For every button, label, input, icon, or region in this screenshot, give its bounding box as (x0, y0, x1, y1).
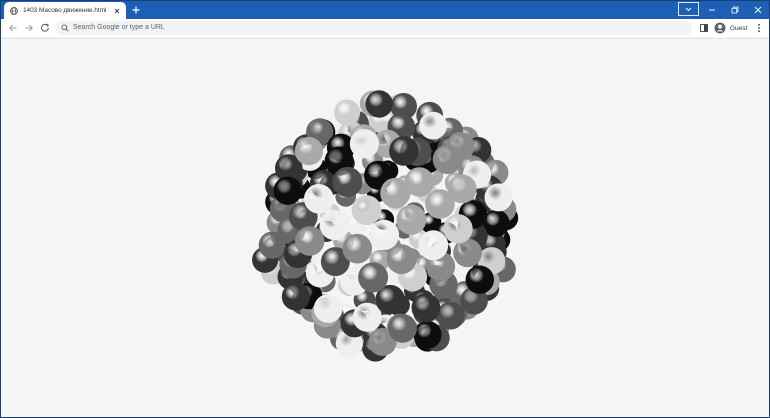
profile-label: Guest (730, 24, 748, 32)
particle-ball (396, 204, 427, 235)
particle-ball (281, 282, 310, 311)
particle-ball (368, 219, 400, 250)
browser-tab[interactable]: 1403 Масово движение.html (4, 2, 126, 19)
particle-ball (419, 111, 447, 140)
menu-kebab-icon[interactable] (753, 22, 765, 34)
close-window-icon[interactable] (752, 4, 764, 16)
back-arrow-icon[interactable] (7, 22, 19, 34)
particle-ball (413, 320, 442, 349)
particle-ball (418, 230, 449, 261)
reload-icon[interactable] (39, 22, 51, 34)
particle-ball (352, 302, 382, 332)
particle-ball (380, 177, 411, 209)
particle-ball (295, 226, 325, 256)
particle-ball (484, 183, 513, 212)
particle-ball (304, 184, 334, 214)
sphere-particles-canvas (252, 90, 519, 362)
page-content (1, 38, 769, 417)
particle-ball (351, 195, 382, 226)
address-bar-placeholder: Search Google or type a URL (73, 24, 165, 31)
particle-ball (411, 293, 441, 323)
avatar-icon (714, 22, 726, 34)
particle-ball (273, 176, 302, 205)
particle-ball (349, 129, 379, 159)
new-tab-icon[interactable] (130, 4, 142, 16)
restore-icon[interactable] (729, 4, 741, 16)
side-panel-icon[interactable] (698, 22, 710, 34)
particle-ball (342, 233, 373, 264)
particle-ball (386, 244, 417, 275)
particle-ball (334, 99, 361, 126)
toolbar: Search Google or type a URL Guest (1, 19, 769, 37)
browser-window: 1403 Масово движение.html Search Google … (0, 0, 770, 418)
profile-button[interactable]: Guest (714, 21, 747, 35)
particle-ball (443, 214, 473, 244)
globe-icon (10, 6, 18, 15)
title-bar: 1403 Масово движение.html (1, 1, 769, 19)
particle-ball (436, 301, 465, 330)
particle-ball (389, 136, 419, 166)
particle-ball (388, 313, 417, 343)
tab-search-button[interactable] (678, 2, 699, 16)
forward-arrow-icon[interactable] (23, 22, 35, 34)
close-icon[interactable] (112, 6, 122, 16)
particle-ball (465, 265, 494, 294)
particle-ball (313, 294, 343, 323)
particle-ball (365, 90, 393, 118)
tab-title: 1403 Масово движение.html (23, 7, 107, 14)
particle-ball (358, 262, 389, 293)
particle-ball (294, 137, 323, 166)
particle-ball (425, 189, 455, 219)
search-icon (61, 24, 69, 32)
chevron-down-icon (685, 7, 692, 12)
address-bar[interactable]: Search Google or type a URL (55, 21, 692, 35)
particle-ball (332, 166, 363, 197)
particle-ball (432, 144, 463, 175)
particle-ball (319, 210, 350, 241)
minimize-icon[interactable] (706, 4, 718, 16)
